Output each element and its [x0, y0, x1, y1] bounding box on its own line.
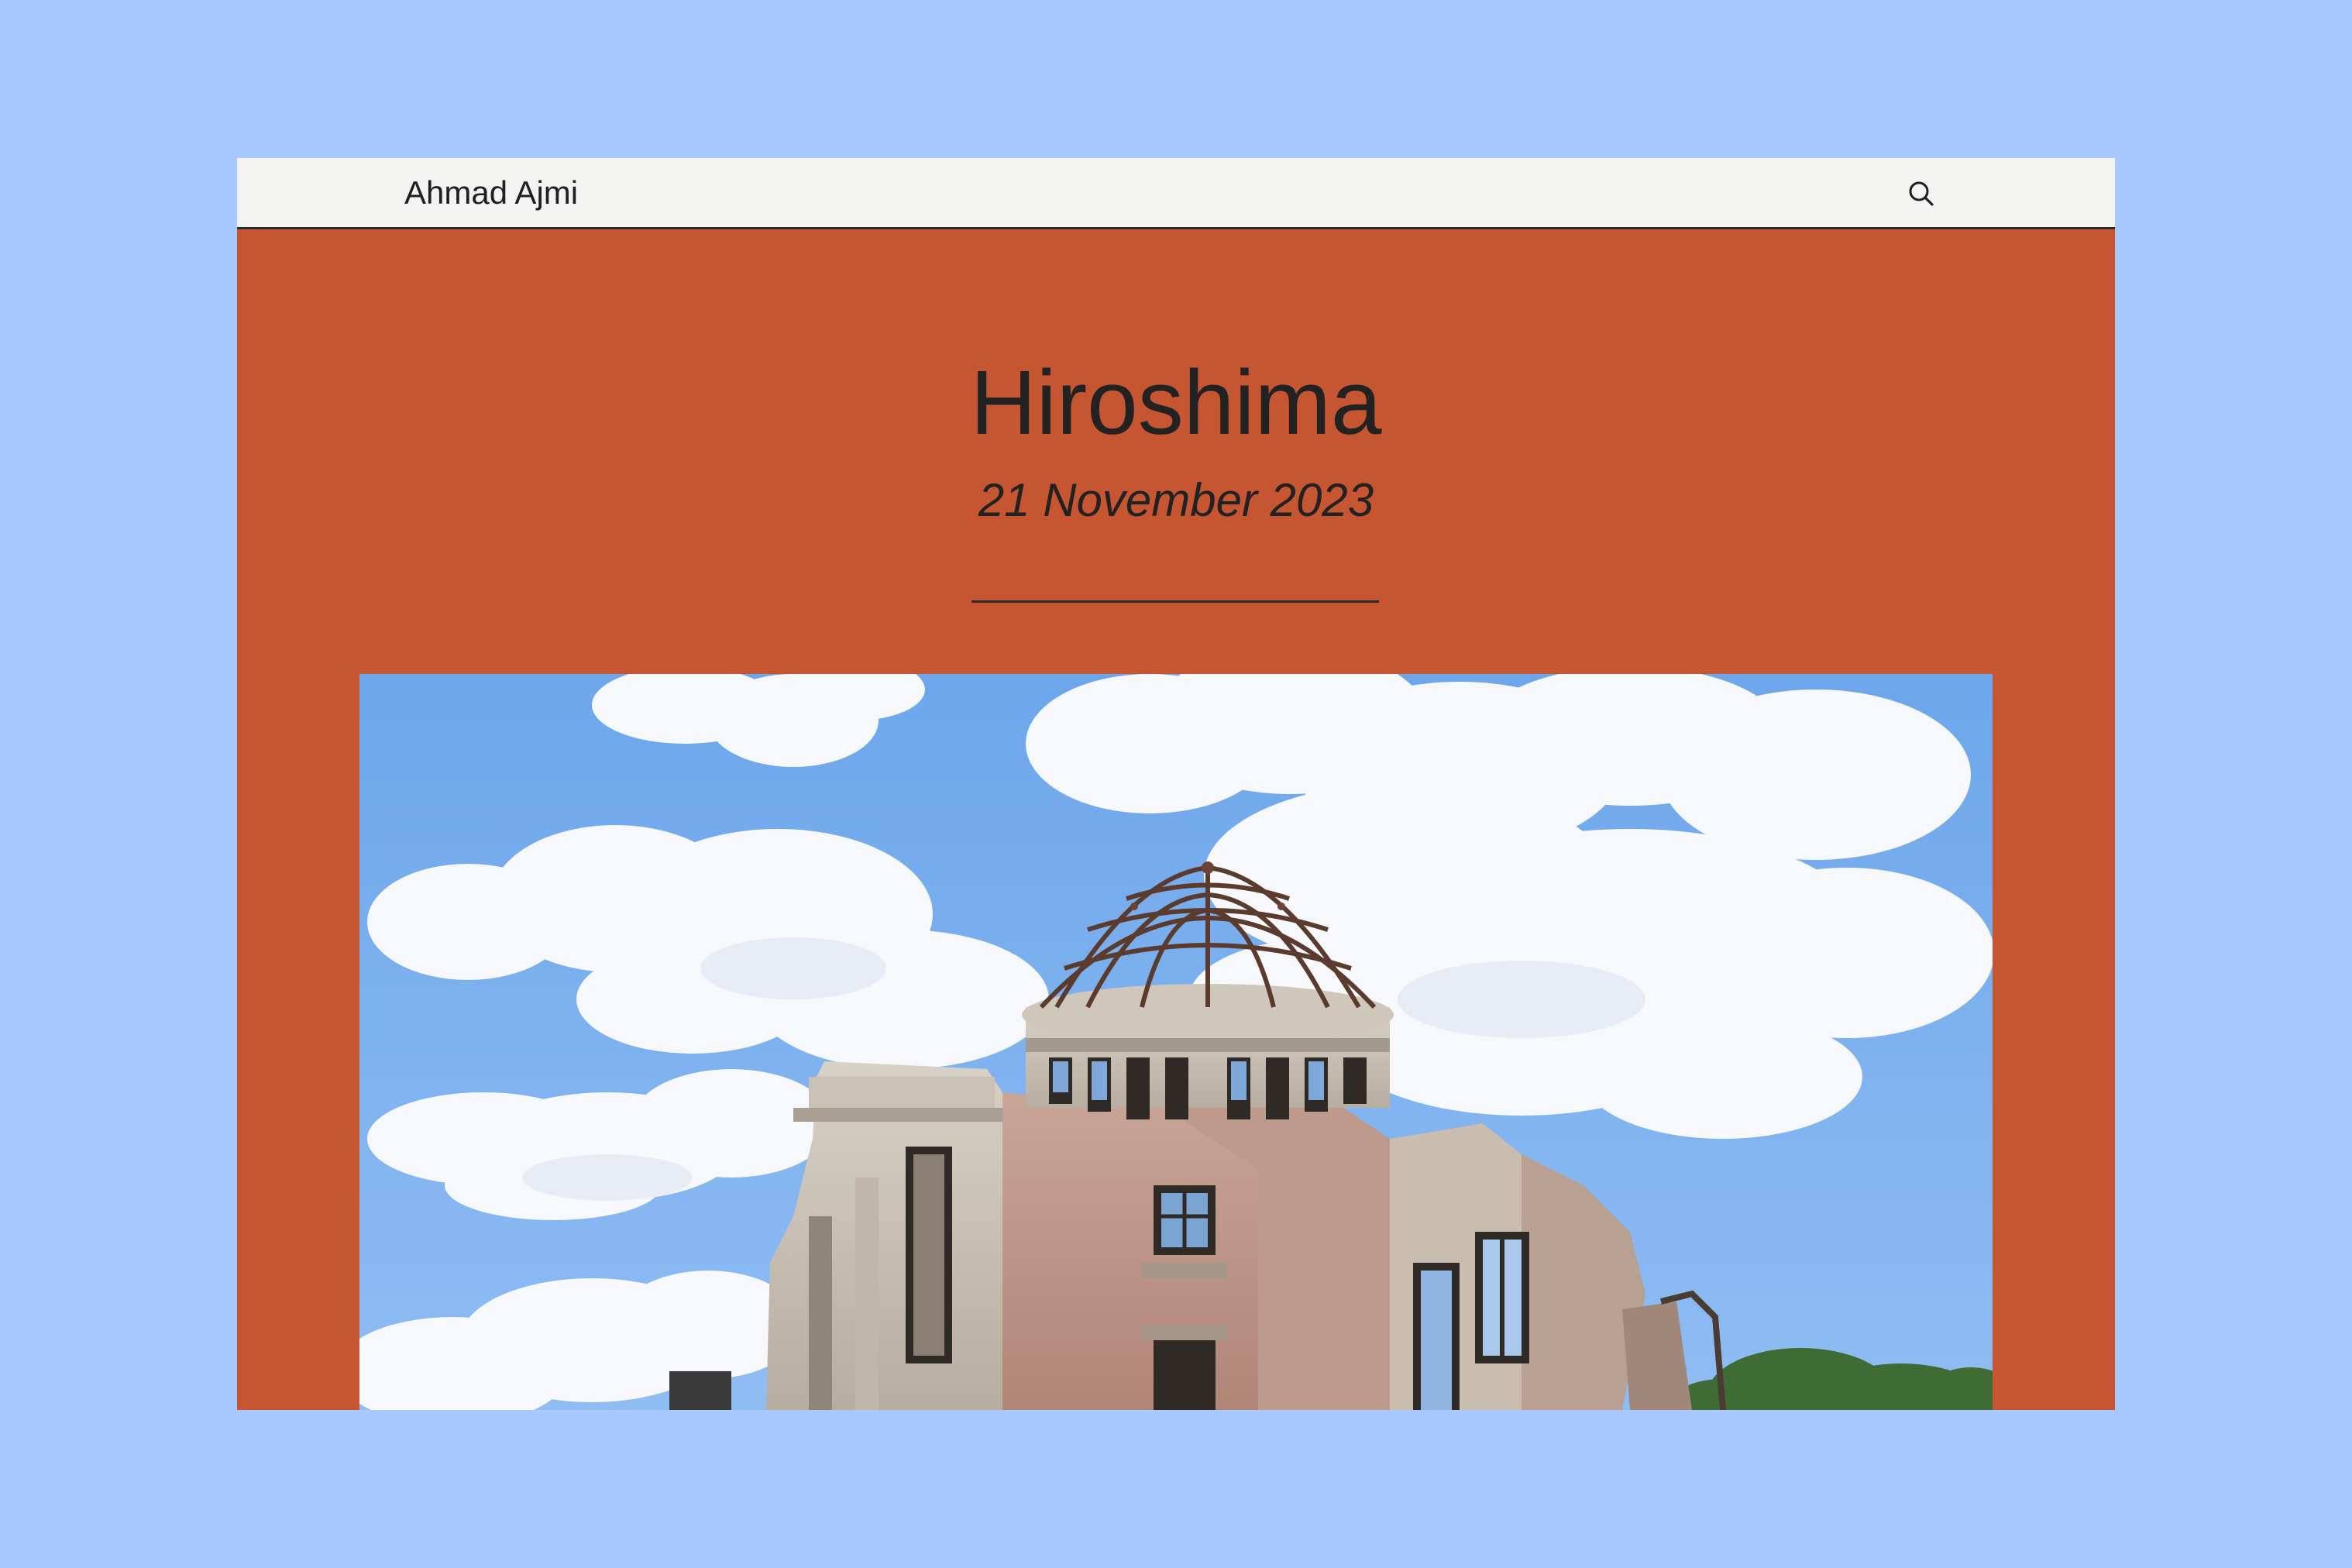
site-name-link[interactable]: Ahmad Ajmi	[404, 174, 578, 212]
title-divider	[971, 600, 1379, 603]
search-icon	[1909, 181, 1934, 206]
search-button[interactable]	[1903, 175, 1940, 212]
post-content: Hiroshima 21 November 2023	[237, 229, 2115, 1410]
post-date: 21 November 2023	[978, 474, 1374, 526]
hero-image	[359, 674, 1993, 1410]
hero-photo-atomic-bomb-dome	[359, 674, 1993, 1410]
post-title: Hiroshima	[970, 352, 1382, 454]
browser-window: Ahmad Ajmi Hiroshima 21 November 2023	[237, 158, 2115, 1410]
top-navigation-bar: Ahmad Ajmi	[237, 158, 2115, 229]
